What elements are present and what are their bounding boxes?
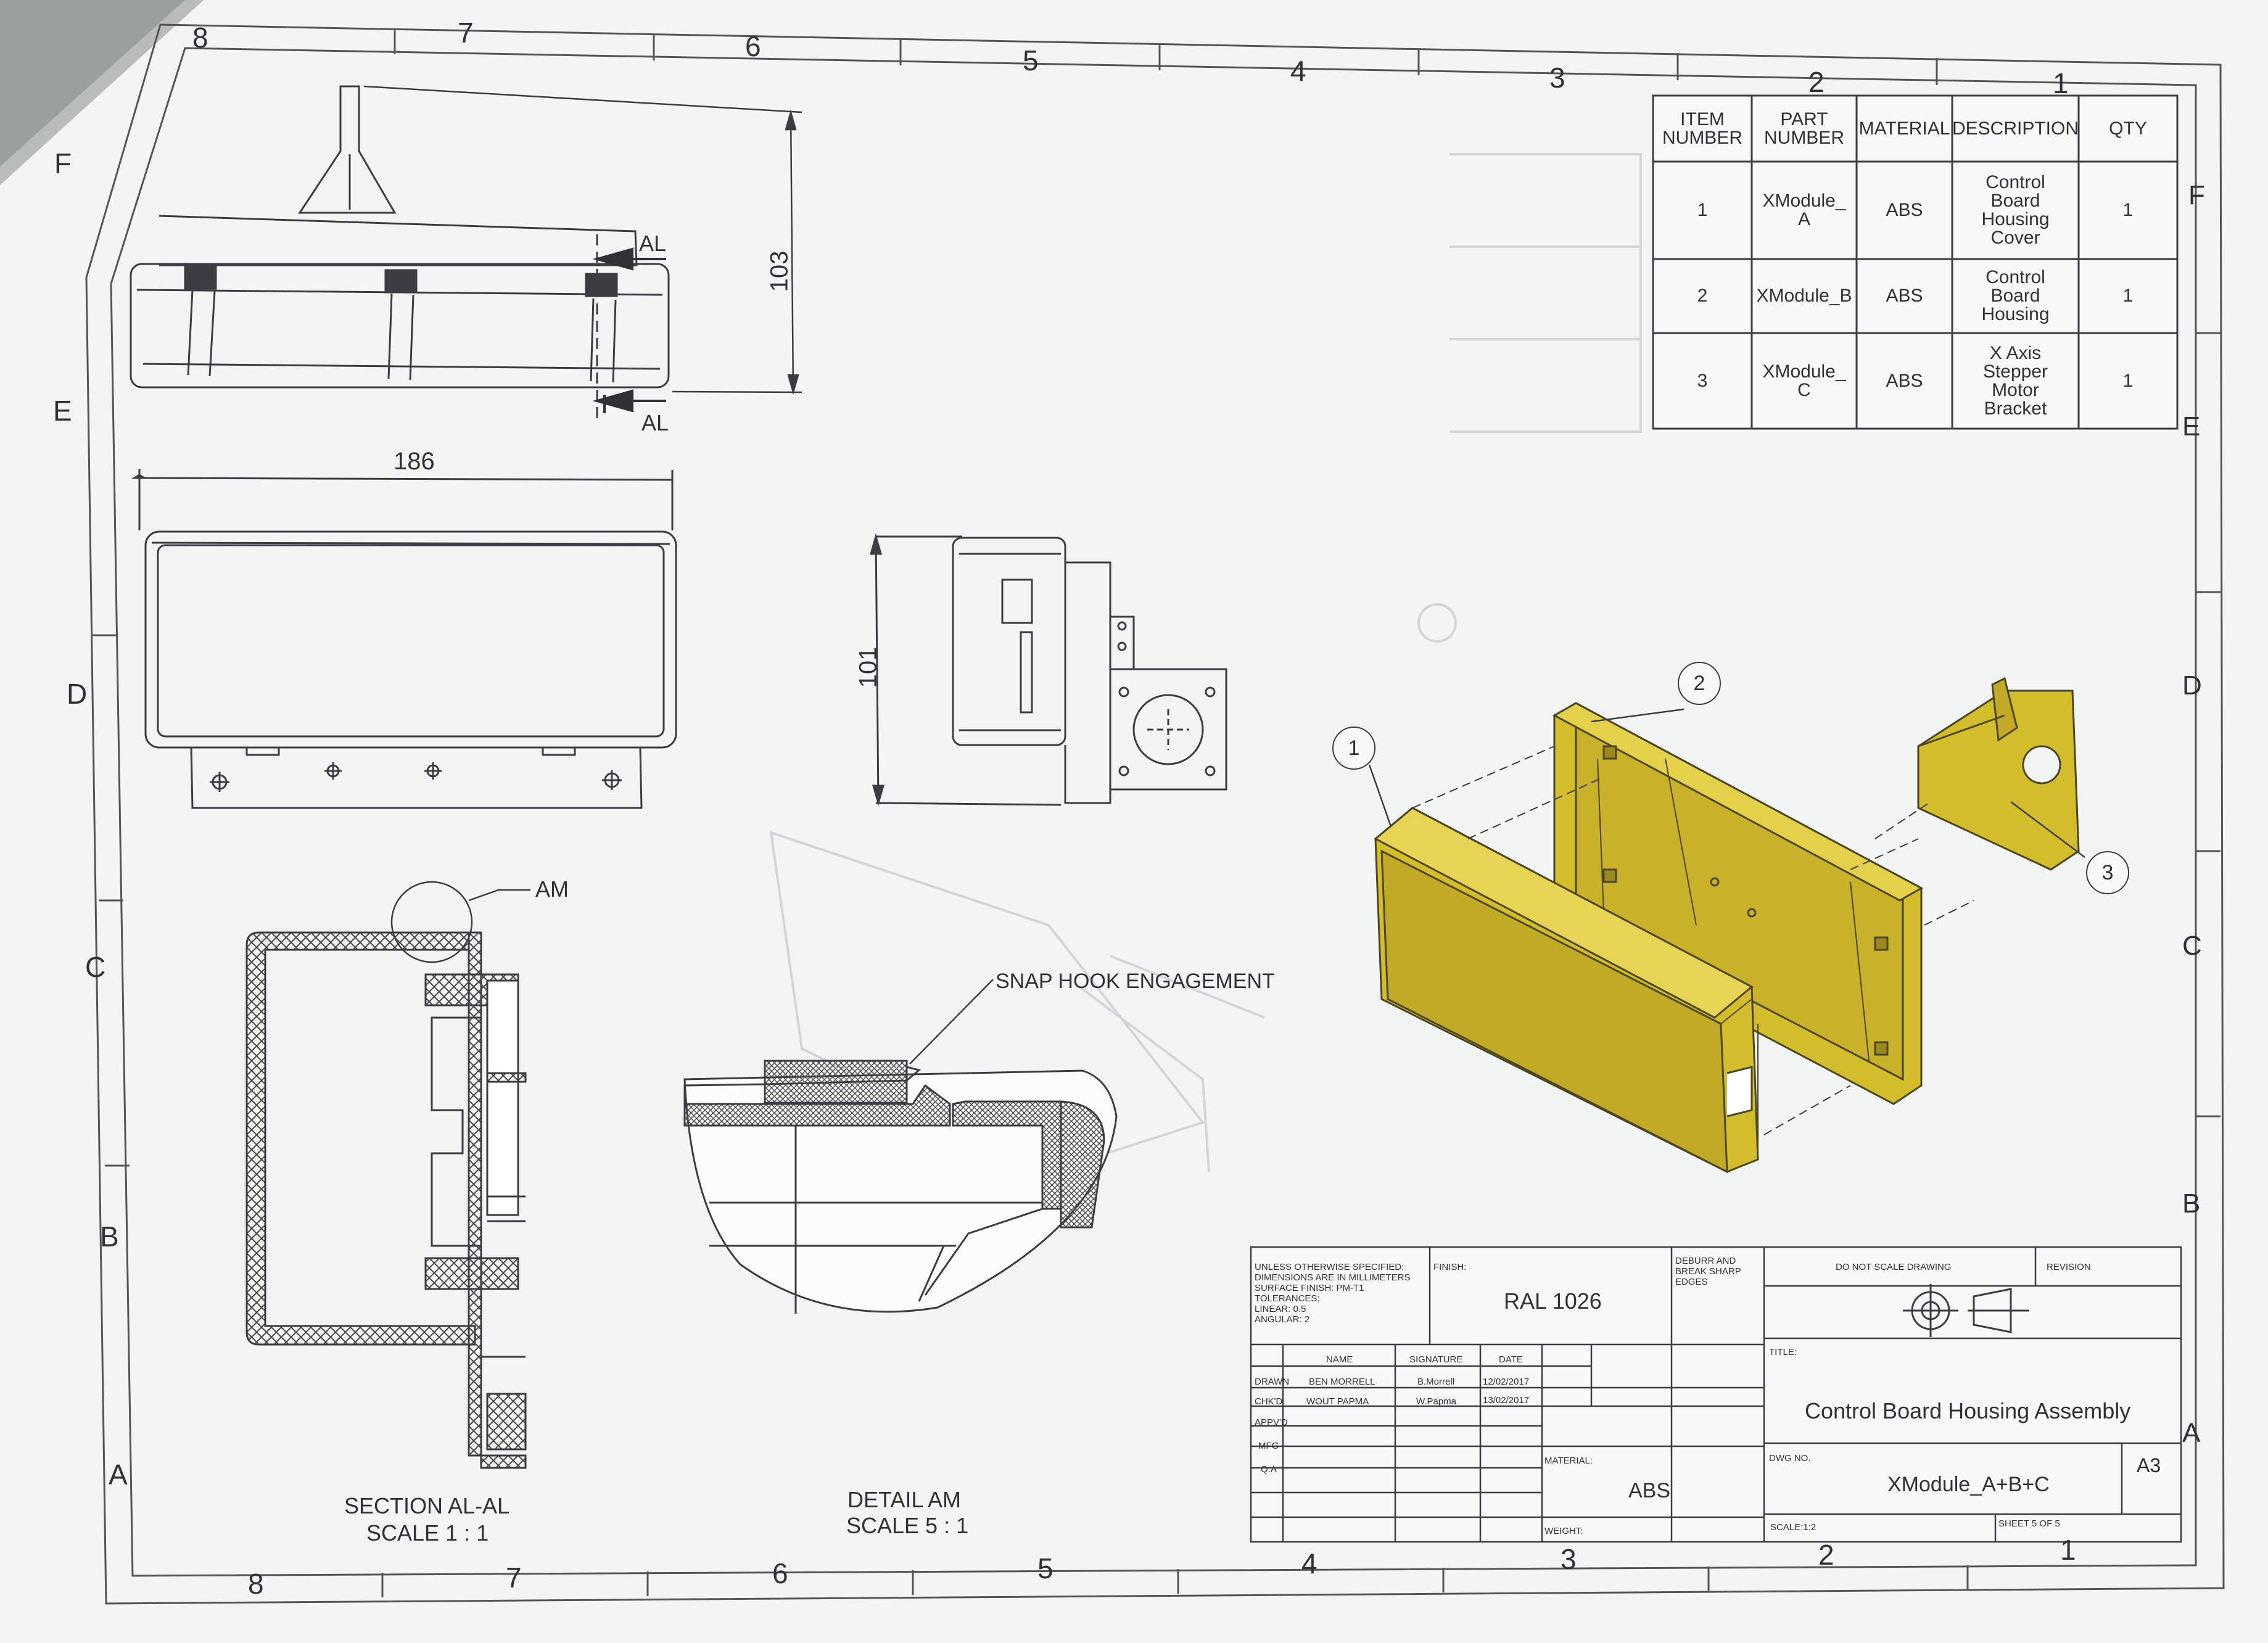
zone-col-bottom-7: 7 <box>506 1562 522 1594</box>
bom-row-2-material: ABS <box>1886 286 1923 306</box>
zone-row-right-f: F <box>2188 180 2205 210</box>
balloon-2: 2 <box>1678 662 1721 705</box>
bom-header-material: MATERIAL <box>1858 118 1950 139</box>
bom-row-1-part: XModule_ A <box>1762 191 1846 229</box>
zone-row-left-b: B <box>100 1221 119 1253</box>
bom-header-qty: QTY <box>2109 118 2147 139</box>
material-value: ABS <box>1628 1479 1671 1502</box>
drawing-sheet: 8 7 6 5 4 3 2 1 8 7 6 5 4 3 2 1 F E D C … <box>0 0 2268 1643</box>
zone-col-bottom-4: 4 <box>1301 1547 1318 1579</box>
bom-row-1-item: 1 <box>1697 200 1708 220</box>
bom-row-1-material: ABS <box>1886 200 1923 220</box>
bom-row-3-item: 3 <box>1697 370 1708 391</box>
snap-hook-callout: SNAP HOOK ENGAGEMENT <box>996 970 1275 993</box>
revision-label: REVISION <box>2047 1262 2091 1272</box>
zone-row-right-b: B <box>2182 1188 2201 1219</box>
drawn-name: BEN MORRELL <box>1309 1377 1375 1387</box>
sheet-number: SHEET 5 OF 5 <box>1998 1518 2060 1529</box>
scale-value: SCALE:1:2 <box>1770 1522 1816 1533</box>
zone-row-right-e: E <box>2182 411 2201 442</box>
balloon-3: 3 <box>2086 851 2129 894</box>
zone-row-right-a: A <box>2182 1418 2201 1448</box>
title-label: TITLE: <box>1769 1347 1797 1357</box>
sheet-size: A3 <box>2137 1454 2161 1476</box>
section-marker-al-top: AL <box>639 231 667 256</box>
zone-col-bottom-8: 8 <box>248 1568 264 1600</box>
dimension-103: 103 <box>765 250 793 292</box>
mfg-label: MFG <box>1258 1441 1279 1451</box>
zone-col-top-4: 4 <box>1290 55 1306 87</box>
section-title: SECTION AL-AL <box>344 1493 510 1518</box>
col-signature-header: SIGNATURE <box>1409 1354 1463 1365</box>
zone-col-top-8: 8 <box>192 22 208 54</box>
bom-row-3-description: X Axis Stepper Motor Bracket <box>1982 342 2048 419</box>
zone-col-top-7: 7 <box>458 17 474 49</box>
chkd-date: 13/02/2017 <box>1483 1395 1530 1406</box>
bom-row-3-material: ABS <box>1886 370 1923 391</box>
detail-marker-am: AM <box>535 876 569 902</box>
zone-row-left-e: E <box>53 395 72 427</box>
bom-header-description: DESCRIPTION <box>1952 118 2079 139</box>
zone-row-right-c: C <box>2182 931 2202 961</box>
bom-header-part-number: PART NUMBER <box>1763 109 1844 148</box>
zone-col-top-2: 2 <box>1808 66 1825 98</box>
bom-row-3-qty: 1 <box>2122 370 2134 391</box>
zone-col-top-3: 3 <box>1549 62 1565 94</box>
zone-row-left-c: C <box>85 951 106 983</box>
do-not-scale-note: DO NOT SCALE DRAWING <box>1836 1262 1952 1272</box>
bom-row-2-qty: 1 <box>2122 286 2134 306</box>
zone-row-right-d: D <box>2182 670 2202 701</box>
zone-row-left-d: D <box>67 678 88 710</box>
bom-row-2-item: 2 <box>1697 286 1708 306</box>
qa-label: Q.A <box>1261 1464 1277 1475</box>
drawing-title: Control Board Housing Assembly <box>1805 1398 2131 1423</box>
zone-col-bottom-6: 6 <box>772 1557 788 1589</box>
zone-col-bottom-1: 1 <box>2060 1534 2076 1566</box>
zone-col-bottom-2: 2 <box>1818 1539 1834 1571</box>
zone-col-top-1: 1 <box>2053 67 2069 99</box>
bom-row-1-description: Control Board Housing Cover <box>1981 172 2050 248</box>
zone-col-bottom-5: 5 <box>1037 1552 1054 1584</box>
zone-row-left-f: F <box>54 147 72 179</box>
section-marker-al-bottom: AL <box>641 410 669 435</box>
zone-col-top-6: 6 <box>745 30 761 62</box>
chkd-label: CHK'D <box>1255 1396 1283 1407</box>
finish-value: RAL 1026 <box>1504 1288 1602 1314</box>
dimension-101: 101 <box>854 646 882 688</box>
detail-title: DETAIL AM <box>847 1487 962 1512</box>
zone-col-bottom-3: 3 <box>1561 1543 1577 1575</box>
chkd-signature: W.Papma <box>1416 1396 1457 1407</box>
zone-col-top-5: 5 <box>1023 44 1039 76</box>
material-label: MATERIAL: <box>1544 1456 1593 1466</box>
bom-header-item-number: ITEM NUMBER <box>1662 109 1742 148</box>
chkd-name: WOUT PAPMA <box>1306 1396 1369 1407</box>
bom-row-2-description: Control Board Housing <box>1981 267 2050 324</box>
dwg-no-label: DWG NO. <box>1769 1453 1811 1464</box>
weight-label: WEIGHT: <box>1544 1526 1583 1536</box>
drawn-date: 12/02/2017 <box>1483 1377 1530 1387</box>
zone-row-left-a: A <box>109 1459 128 1491</box>
dwg-no-value: XModule_A+B+C <box>1887 1473 2050 1496</box>
tolerance-notes: UNLESS OTHERWISE SPECIFIED: DIMENSIONS A… <box>1255 1262 1411 1325</box>
col-name-header: NAME <box>1326 1354 1353 1365</box>
bom-row-3-part: XModule_ C <box>1762 361 1846 400</box>
dimension-186: 186 <box>394 448 435 475</box>
balloon-1: 1 <box>1332 727 1375 770</box>
drawn-signature: B.Morrell <box>1417 1377 1455 1387</box>
detail-scale: SCALE 5 : 1 <box>846 1513 969 1538</box>
bom-row-1-qty: 1 <box>2122 200 2134 220</box>
finish-label: FINISH: <box>1433 1262 1467 1272</box>
section-scale: SCALE 1 : 1 <box>366 1520 489 1546</box>
deburr-note: DEBURR AND BREAK SHARP EDGES <box>1675 1256 1741 1287</box>
appvd-label: APPV'D <box>1255 1417 1288 1428</box>
drawn-label: DRAWN <box>1255 1377 1290 1387</box>
bom-row-2-part: XModule_B <box>1756 286 1852 306</box>
col-date-header: DATE <box>1499 1354 1523 1365</box>
